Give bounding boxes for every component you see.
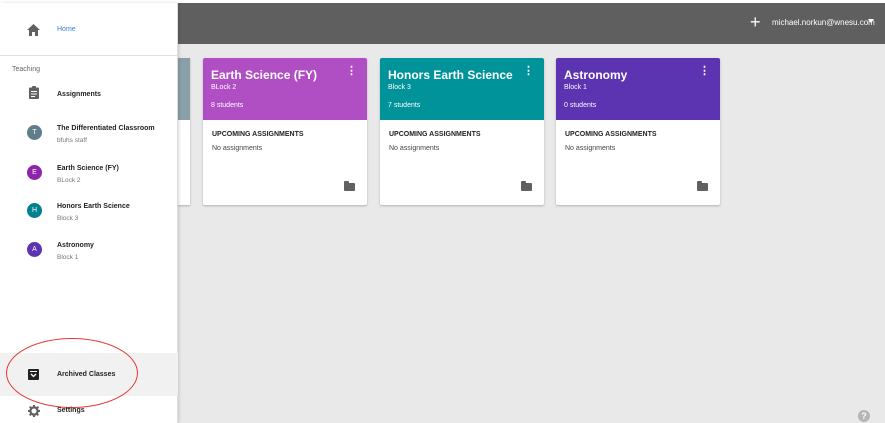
card-title[interactable]: Honors Earth Science <box>388 68 536 82</box>
card-banner[interactable]: Earth Science (FY) BLock 2 8 students ⋮ <box>203 58 367 120</box>
sidebar-item-home[interactable]: Home <box>0 3 178 56</box>
class-section: BLock 2 <box>57 177 81 184</box>
class-card-astronomy[interactable]: Astronomy Block 1 0 students ⋮ UPCOMING … <box>556 58 720 205</box>
card-banner[interactable]: Honors Earth Science Block 3 7 students … <box>380 58 544 120</box>
card-section: BLock 2 <box>211 84 237 91</box>
card-section: Block 1 <box>564 84 587 91</box>
folder-icon[interactable] <box>521 181 532 191</box>
class-name: Honors Earth Science <box>57 203 130 210</box>
account-email[interactable]: michael.norkun@wnesu.com <box>772 18 875 27</box>
gear-icon <box>28 405 40 417</box>
account-caret-down-icon[interactable] <box>868 19 874 23</box>
add-class-plus-icon[interactable]: + <box>750 13 761 31</box>
section-label-teaching: Teaching <box>12 66 41 73</box>
upcoming-label: UPCOMING ASSIGNMENTS <box>212 131 304 138</box>
upcoming-value: No assignments <box>212 145 263 152</box>
class-avatar: H <box>27 203 42 218</box>
more-vert-icon[interactable]: ⋮ <box>523 66 534 77</box>
sidebar-item-class[interactable]: T The Differentiated Classroom bfuhs sta… <box>0 120 178 152</box>
partial-class-card[interactable] <box>178 58 190 205</box>
card-title[interactable]: Astronomy <box>564 68 712 82</box>
sidebar-item-assignments[interactable]: Assignments <box>0 81 178 107</box>
assignment-icon <box>29 86 39 99</box>
upcoming-value: No assignments <box>565 145 616 152</box>
more-vert-icon[interactable]: ⋮ <box>346 66 357 77</box>
navigation-drawer: Home Teaching Assignments T The Differen… <box>0 3 178 423</box>
more-vert-icon[interactable]: ⋮ <box>699 66 710 77</box>
class-card-earth-science[interactable]: Earth Science (FY) BLock 2 8 students ⋮ … <box>203 58 367 205</box>
upcoming-value: No assignments <box>389 145 440 152</box>
card-banner[interactable]: Astronomy Block 1 0 students ⋮ <box>556 58 720 120</box>
class-name: The Differentiated Classroom <box>57 125 155 132</box>
class-avatar: T <box>27 125 42 140</box>
sidebar-item-label: Settings <box>57 407 85 414</box>
sidebar-item-label: Assignments <box>57 91 101 98</box>
card-section: Block 3 <box>388 84 411 91</box>
class-section: bfuhs staff <box>57 137 87 144</box>
class-section: Block 3 <box>57 215 79 222</box>
class-name: Astronomy <box>57 242 94 249</box>
card-student-count: 7 students <box>388 102 421 109</box>
annotation-red-ellipse <box>6 338 138 408</box>
card-title[interactable]: Earth Science (FY) <box>211 68 359 82</box>
class-avatar: E <box>27 165 42 180</box>
sidebar-item-settings[interactable]: Settings <box>0 400 178 422</box>
help-icon[interactable]: ? <box>858 410 870 422</box>
sidebar-item-class[interactable]: E Earth Science (FY) BLock 2 <box>0 160 178 192</box>
class-avatar: A <box>27 242 42 257</box>
card-student-count: 8 students <box>211 102 244 109</box>
sidebar-item-label: Home <box>57 26 76 33</box>
home-icon <box>27 24 40 36</box>
class-name: Earth Science (FY) <box>57 165 119 172</box>
class-card-honors-earth-science[interactable]: Honors Earth Science Block 3 7 students … <box>380 58 544 205</box>
upcoming-label: UPCOMING ASSIGNMENTS <box>389 131 481 138</box>
upcoming-label: UPCOMING ASSIGNMENTS <box>565 131 657 138</box>
sidebar-item-class[interactable]: H Honors Earth Science Block 3 <box>0 198 178 230</box>
card-student-count: 0 students <box>564 102 597 109</box>
class-section: Block 1 <box>57 254 79 261</box>
folder-icon[interactable] <box>697 181 708 191</box>
sidebar-item-class[interactable]: A Astronomy Block 1 <box>0 237 178 269</box>
folder-icon[interactable] <box>344 181 355 191</box>
